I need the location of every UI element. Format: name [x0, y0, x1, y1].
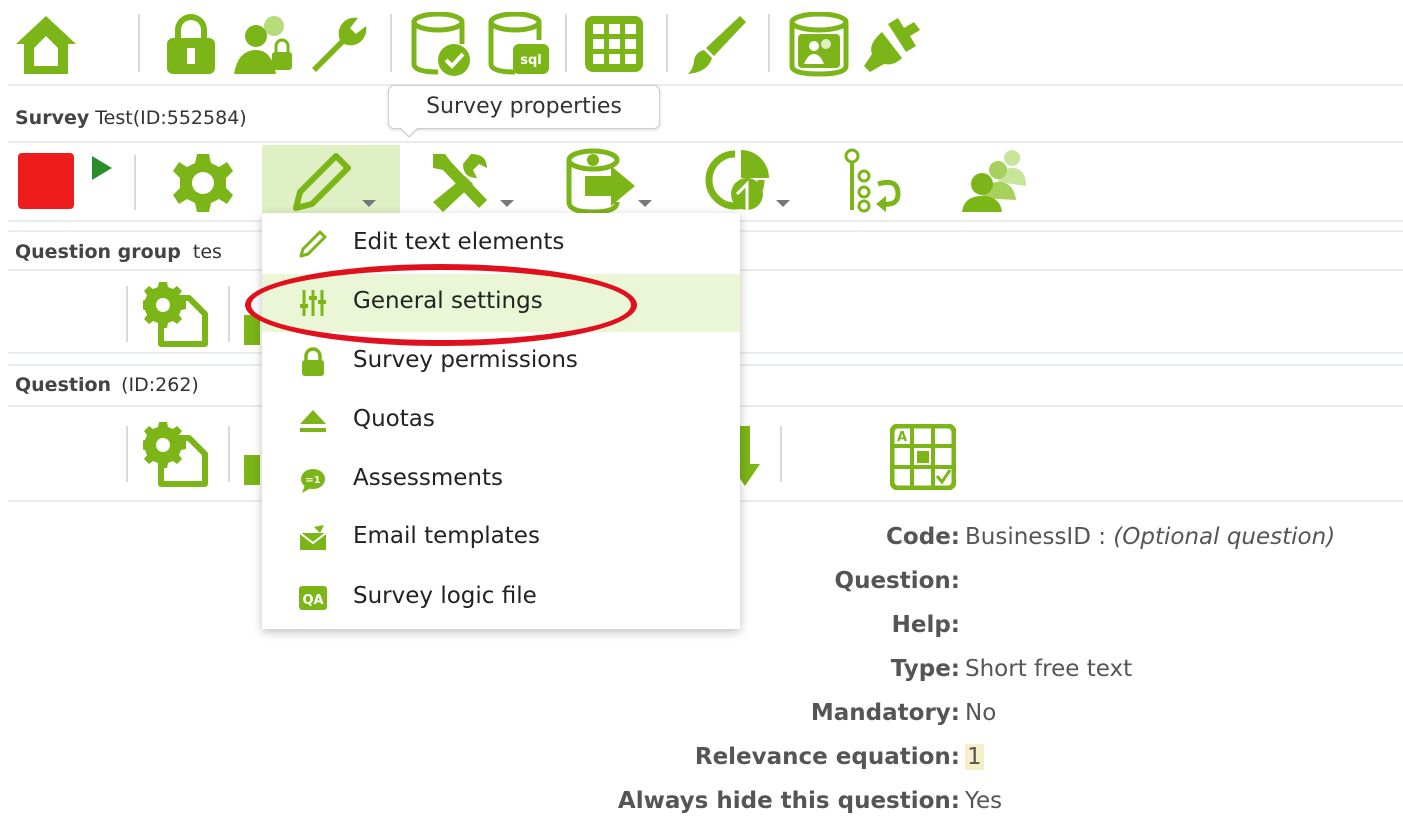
menu-item-label: General settings — [353, 288, 543, 314]
detail-label: Always hide this question: — [617, 788, 960, 814]
menu-item-assessments[interactable]: =1 Assessments — [262, 451, 740, 509]
tools-icon[interactable] — [425, 150, 495, 214]
divider — [8, 84, 1403, 86]
question-group-title: Question group tes — [15, 241, 222, 263]
code-note: (Optional question) — [1113, 524, 1336, 550]
plug-icon[interactable] — [858, 14, 924, 74]
menu-item-label: Quotas — [353, 406, 435, 432]
menu-item-survey-permissions[interactable]: Survey permissions — [262, 333, 740, 391]
pencil-icon — [299, 230, 327, 258]
chevron-down-icon[interactable] — [362, 200, 376, 207]
statistics-icon[interactable] — [703, 148, 775, 214]
detail-row-help: Help: — [560, 612, 1400, 656]
survey-label: Survey — [15, 107, 90, 129]
brush-icon[interactable] — [684, 12, 748, 76]
lock-icon[interactable] — [163, 12, 219, 76]
code-value: BusinessID : — [965, 524, 1106, 550]
svg-text:QA: QA — [302, 593, 323, 608]
envelope-icon — [299, 525, 327, 550]
database-participants-icon[interactable] — [788, 12, 850, 78]
svg-text:sql: sql — [520, 53, 542, 68]
menu-item-label: Edit text elements — [353, 229, 565, 255]
detail-value: No — [965, 700, 997, 726]
gear-icon[interactable] — [170, 150, 236, 216]
sliders-icon — [300, 290, 326, 316]
question-label: Question — [15, 374, 112, 396]
speech-bubble-icon: =1 — [301, 469, 325, 493]
question-id: (ID:262) — [121, 374, 199, 396]
svg-text:=1: =1 — [305, 475, 320, 486]
database-check-icon[interactable] — [410, 12, 474, 78]
detail-label: Relevance equation: — [694, 744, 960, 770]
question-title: Question (ID:262) — [15, 374, 199, 396]
survey-title: Survey Test(ID:552584) — [15, 107, 247, 129]
database-export-icon[interactable] — [565, 148, 637, 216]
survey-name: Test(ID:552584) — [95, 107, 247, 129]
detail-row-question: Question: — [560, 568, 1400, 612]
chevron-down-icon[interactable] — [776, 200, 790, 207]
database-sql-icon[interactable]: sql — [487, 12, 551, 78]
grid-icon[interactable] — [583, 14, 645, 74]
detail-label: Code: — [886, 524, 960, 550]
detail-label: Mandatory: — [810, 700, 960, 726]
divider — [8, 141, 1403, 143]
detail-row-relevance: Relevance equation: 1 — [560, 744, 1400, 788]
detail-value: 1 — [965, 744, 984, 770]
detail-row-code: Code: BusinessID : (Optional question) — [560, 524, 1400, 568]
menu-item-edit-text-elements[interactable]: Edit text elements — [262, 215, 740, 273]
detail-row-always-hide: Always hide this question: Yes — [560, 788, 1400, 832]
menu-item-label: Email templates — [353, 523, 540, 549]
menu-item-label: Survey logic file — [353, 583, 537, 609]
detail-label: Type: — [890, 656, 960, 682]
eject-icon — [300, 410, 326, 432]
menu-item-label: Assessments — [353, 465, 503, 491]
question-group-label: Question group — [15, 241, 181, 263]
pencil-icon[interactable] — [290, 150, 354, 214]
chevron-down-icon[interactable] — [500, 200, 514, 207]
menu-item-label: Survey permissions — [353, 347, 578, 373]
chevron-down-icon[interactable] — [638, 200, 652, 207]
question-group-name: tes — [192, 241, 222, 263]
question-tree-icon[interactable] — [842, 148, 906, 214]
question-settings-icon[interactable] — [143, 420, 213, 488]
menu-item-general-settings[interactable]: General settings — [262, 274, 740, 332]
survey-properties-tooltip: Survey properties — [388, 85, 660, 138]
menu-item-quotas[interactable]: Quotas — [262, 392, 740, 450]
home-icon[interactable] — [14, 14, 78, 76]
detail-row-type: Type: Short free text — [560, 656, 1400, 700]
group-preview-icon-partial[interactable] — [244, 315, 260, 345]
detail-value: Yes — [965, 788, 1003, 814]
detail-label: Question: — [834, 568, 960, 594]
play-icon[interactable] — [90, 154, 114, 182]
group-settings-icon[interactable] — [143, 280, 213, 348]
svg-text:A: A — [897, 430, 907, 445]
qa-icon: QA — [299, 586, 327, 610]
main-toolbar: sql — [0, 0, 1403, 84]
stop-icon[interactable] — [18, 153, 74, 209]
user-permissions-icon[interactable] — [232, 12, 296, 76]
detail-label: Help: — [891, 612, 960, 638]
detail-value: BusinessID : (Optional question) — [965, 524, 1335, 550]
lock-icon — [302, 347, 324, 376]
detail-value: Short free text — [965, 656, 1133, 682]
detail-row-mandatory: Mandatory: No — [560, 700, 1400, 744]
question-preview-icon-partial[interactable] — [244, 455, 260, 485]
wrench-icon[interactable] — [306, 12, 370, 76]
participants-icon[interactable] — [960, 148, 1028, 214]
answer-options-grid-icon[interactable]: A — [890, 424, 956, 490]
